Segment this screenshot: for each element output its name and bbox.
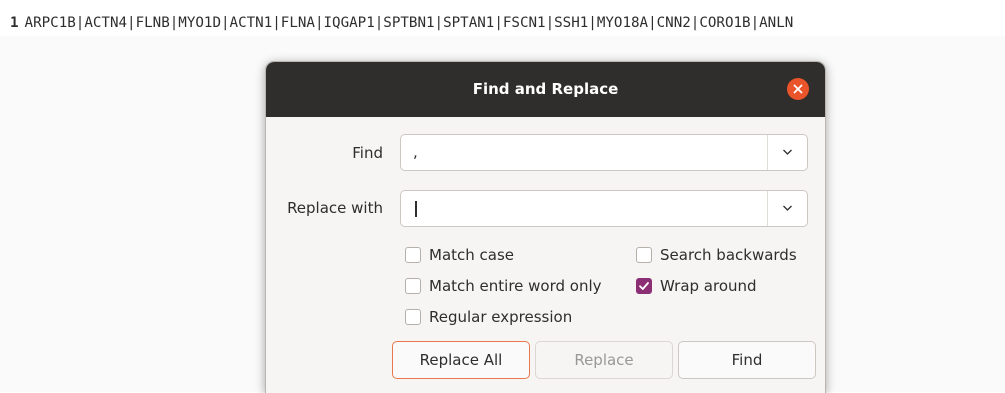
wrap-around-label: Wrap around [660,277,757,295]
regular-expression-checkbox[interactable] [405,309,421,325]
replace-button[interactable]: Replace [535,341,673,379]
search-backwards-label: Search backwards [660,246,797,264]
regular-expression-label: Regular expression [429,308,573,326]
chevron-down-icon [783,205,792,211]
match-case-checkbox[interactable] [405,247,421,263]
find-button[interactable]: Find [678,341,816,379]
line-number: 1 [10,15,19,31]
wrap-around-checkbox[interactable] [636,278,652,294]
replace-label: Replace with [287,199,383,217]
chevron-down-icon [783,149,792,155]
find-history-dropdown[interactable] [768,135,807,170]
replace-combo[interactable] [400,190,808,227]
search-backwards-checkbox[interactable] [636,247,652,263]
text-cursor [415,201,417,217]
replace-history-dropdown[interactable] [768,191,807,226]
match-entire-word-checkbox[interactable] [405,278,421,294]
replace-input[interactable] [401,191,767,226]
find-input[interactable]: , [401,135,767,170]
dialog-title: Find and Replace [472,80,619,98]
editor-gutter [0,36,34,392]
match-case-label: Match case [429,246,515,264]
replace-all-button[interactable]: Replace All [392,341,530,379]
find-combo[interactable]: , [400,134,808,171]
dialog-titlebar[interactable]: Find and Replace [266,62,825,117]
checkmark-icon [639,282,649,290]
match-entire-word-label: Match entire word only [429,277,602,295]
close-icon [793,84,803,94]
editor-line[interactable]: 1 ARPC1B|ACTN4|FLNB|MYO1D|ACTN1|FLNA|IQGA… [10,12,793,34]
find-label: Find [352,144,383,162]
close-button[interactable] [787,78,809,100]
find-replace-dialog: Find and Replace Find , Replace with Mat… [265,61,826,393]
line-text[interactable]: ARPC1B|ACTN4|FLNB|MYO1D|ACTN1|FLNA|IQGAP… [25,15,794,31]
